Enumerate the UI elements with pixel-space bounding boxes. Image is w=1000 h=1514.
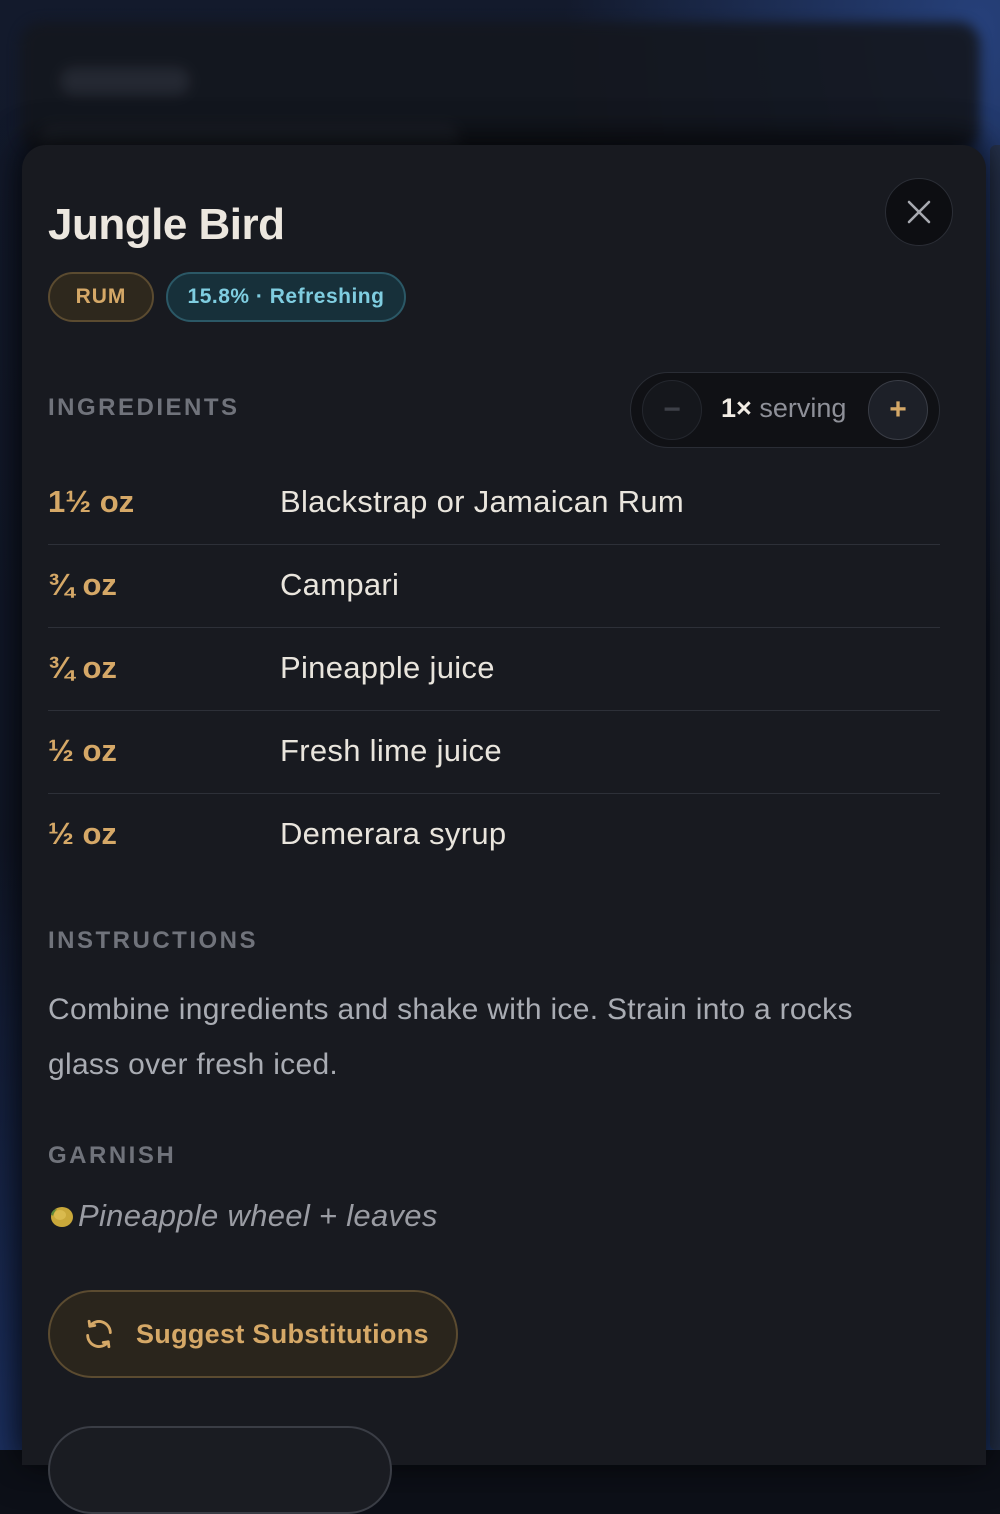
serving-multiplier: 1×: [721, 393, 752, 423]
garnish-text: Pineapple wheel + leaves: [78, 1198, 438, 1233]
increase-serving-button[interactable]: +: [868, 380, 928, 440]
instructions-text: Combine ingredients and shake with ice. …: [48, 993, 853, 1081]
ingredient-row: ¾ oz Campari: [48, 545, 940, 628]
ingredient-amount: ¾ oz: [48, 567, 117, 602]
garnish-heading: GARNISH: [48, 1142, 177, 1169]
decrease-serving-button[interactable]: −: [642, 380, 702, 440]
suggest-substitutions-label: Suggest Substitutions: [136, 1318, 429, 1349]
close-icon: [907, 200, 931, 224]
serving-unit: serving: [759, 393, 847, 423]
ingredient-list: 1½ oz Blackstrap or Jamaican Rum ¾ oz Ca…: [48, 462, 940, 876]
ingredient-row: ½ oz Fresh lime juice: [48, 711, 940, 794]
refresh-icon: [82, 1317, 116, 1351]
scrollbar[interactable]: [990, 145, 1000, 1450]
ingredients-heading: INGREDIENTS: [48, 394, 240, 421]
serving-label: 1× serving: [721, 393, 846, 424]
secondary-action-button[interactable]: [48, 1426, 392, 1514]
suggest-substitutions-button[interactable]: Suggest Substitutions: [48, 1290, 458, 1378]
recipe-title: Jungle Bird: [48, 200, 285, 249]
ingredient-amount: ¾ oz: [48, 650, 117, 685]
ingredient-name: Blackstrap or Jamaican Rum: [280, 484, 685, 519]
close-button[interactable]: [885, 178, 953, 246]
ingredient-name: Fresh lime juice: [280, 733, 502, 768]
garnish-line: Pineapple wheel + leaves: [48, 1198, 438, 1234]
ingredient-amount: ½ oz: [48, 816, 117, 851]
ingredient-amount: 1½ oz: [48, 484, 135, 519]
ingredient-amount: ½ oz: [48, 733, 117, 768]
ingredient-row: ¾ oz Pineapple juice: [48, 628, 940, 711]
serving-stepper: − 1× serving +: [630, 372, 940, 448]
instructions-heading: INSTRUCTIONS: [48, 927, 258, 954]
spirit-badge: RUM: [48, 272, 154, 322]
abv-badge: 15.8% · Refreshing: [166, 272, 406, 322]
background-page-header: [20, 22, 980, 154]
ingredient-name: Campari: [280, 567, 400, 602]
ingredient-row: 1½ oz Blackstrap or Jamaican Rum: [48, 462, 940, 545]
ingredient-name: Demerara syrup: [280, 816, 507, 851]
ingredient-row: ½ oz Demerara syrup: [48, 794, 940, 876]
ingredient-name: Pineapple juice: [280, 650, 495, 685]
lemon-icon: [51, 1207, 73, 1227]
